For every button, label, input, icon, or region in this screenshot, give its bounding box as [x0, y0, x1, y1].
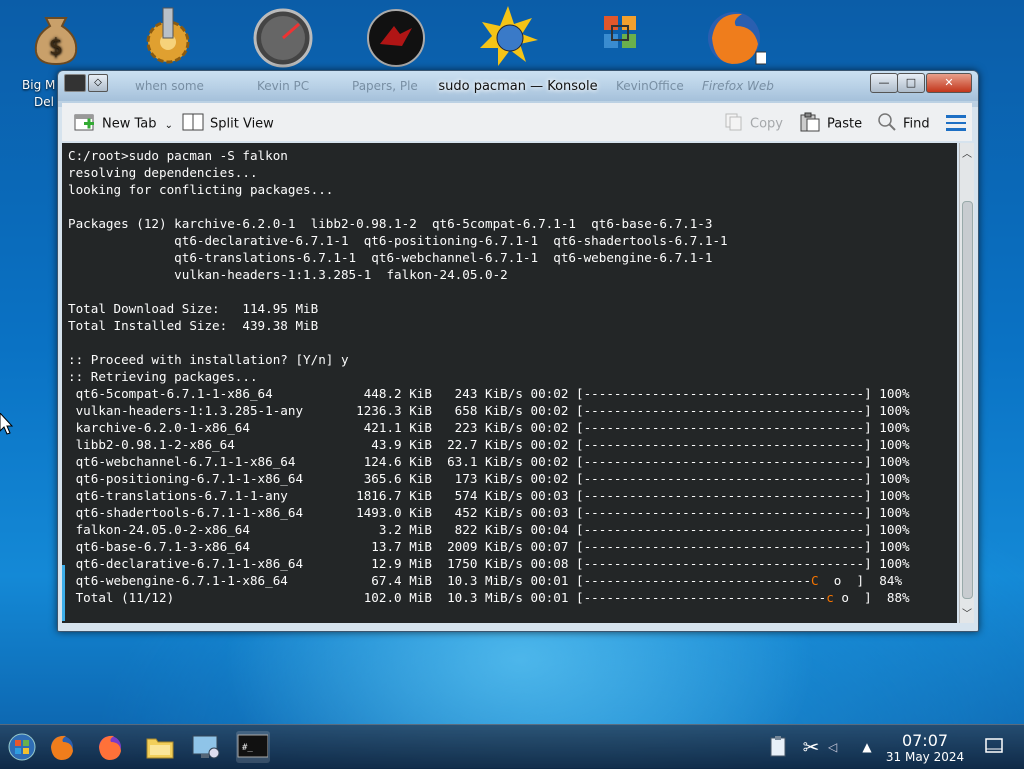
desktop-icon-label-big-money: Big M [22, 78, 56, 92]
split-view-icon [182, 112, 204, 136]
chevron-down-icon[interactable]: ⌄ [165, 120, 173, 131]
find-label: Find [903, 116, 930, 132]
taskbar-firefox-icon[interactable] [46, 731, 80, 763]
show-desktop-icon[interactable] [984, 737, 1004, 755]
copy-icon [724, 112, 744, 136]
copy-label: Copy [750, 116, 783, 132]
terminal-line: looking for conflicting packages... [68, 182, 334, 197]
new-tab-button[interactable]: New Tab ⌄ [74, 112, 173, 136]
desktop-icon-firefox[interactable] [684, 4, 784, 70]
terminal-progress-line: qt6-webengine-6.7.1-1-x86_64 67.4 MiB 10… [68, 573, 903, 588]
terminal-line: qt6-shadertools-6.7.1-1-x86_64 1493.0 Ki… [75, 505, 910, 520]
terminal-line: Total Installed Size: 439.38 MiB [68, 318, 319, 333]
scroll-up-arrow-icon[interactable]: ︿ [961, 145, 973, 160]
papers-please-icon [364, 4, 428, 68]
scroll-thumb[interactable] [962, 201, 973, 599]
taskbar-konsole-icon[interactable]: #_ [236, 731, 270, 763]
terminal-line: qt6-declarative-6.7.1-1-x86_64 12.9 MiB … [75, 556, 910, 571]
minimize-button[interactable]: — [870, 73, 898, 93]
search-icon [877, 112, 897, 136]
paste-button[interactable]: Paste [799, 112, 862, 136]
mouse-cursor-icon [0, 412, 14, 439]
svg-text:$: $ [49, 35, 63, 60]
konsole-window[interactable]: ◇ when some Kevin PC Papers, Ple KevinOf… [57, 70, 979, 632]
terminal-output: C:/root>sudo pacman -S falkon resolving … [62, 143, 957, 606]
speedometer-icon [251, 4, 315, 68]
terminal-line: :: Proceed with installation? [Y/n] y [68, 352, 349, 367]
desktop-icon-papers-please[interactable] [346, 4, 446, 70]
focus-indicator [62, 565, 65, 621]
terminal-line: C:/root>sudo pacman -S falkon [68, 148, 288, 163]
terminal-line: falkon-24.05.0-2-x86_64 3.2 MiB 822 KiB/… [75, 522, 910, 537]
new-tab-label: New Tab [102, 116, 157, 132]
terminal-line: qt6-positioning-6.7.1-1-x86_64 365.6 KiB… [75, 471, 910, 486]
terminal-area[interactable]: C:/root>sudo pacman -S falkon resolving … [62, 143, 957, 623]
hamburger-menu-icon[interactable] [946, 115, 966, 131]
clock-date[interactable]: 31 May 2024 [880, 750, 970, 764]
desktop-icon-sun-app[interactable] [458, 4, 558, 70]
terminal-line: resolving dependencies... [68, 165, 258, 180]
scroll-down-arrow-icon[interactable]: ﹀ [961, 605, 973, 620]
copy-button[interactable]: Copy [724, 112, 783, 136]
taskbar: #_ ✂ ◁ ▲ 07:07 31 May 2024 [0, 724, 1024, 769]
paste-label: Paste [827, 116, 863, 132]
taskbar-firefox-2-icon[interactable] [94, 731, 128, 763]
gear-icon [136, 4, 200, 68]
pacman-progress-icon: c [826, 590, 834, 605]
terminal-line: vulkan-headers-1:1.3.285-1-any 1236.3 Ki… [75, 403, 910, 418]
desktop-icon-when-some[interactable] [118, 4, 218, 70]
sun-globe-icon [476, 4, 540, 68]
desktop-icon-label-big-money-2: Del [34, 95, 54, 109]
clock-time[interactable]: 07:07 [880, 731, 970, 750]
tray-expand-arrow-icon[interactable]: ▲ [858, 735, 876, 759]
terminal-line: Packages (12) karchive-6.2.0-1 libb2-0.9… [68, 216, 713, 231]
terminal-line: karchive-6.2.0-1-x86_64 421.1 KiB 223 Ki… [75, 420, 910, 435]
paste-icon [799, 112, 821, 136]
close-button[interactable]: ✕ [926, 73, 972, 93]
maximize-button[interactable]: □ [897, 73, 925, 93]
pacman-progress-icon: C [811, 573, 819, 588]
title-bar[interactable]: ◇ when some Kevin PC Papers, Ple KevinOf… [58, 71, 978, 101]
terminal-line: vulkan-headers-1:1.3.285-1 falkon-24.05.… [174, 267, 508, 282]
terminal-line: qt6-5compat-6.7.1-1-x86_64 448.2 KiB 243… [75, 386, 910, 401]
taskbar-system-icon[interactable] [190, 731, 224, 763]
tray-volume-icon[interactable]: ◁ [828, 735, 842, 759]
split-view-label: Split View [210, 116, 274, 132]
split-view-button[interactable]: Split View [182, 112, 274, 136]
terminal-line: Total Download Size: 114.95 MiB [68, 301, 319, 316]
window-title: sudo pacman — Konsole [438, 79, 598, 94]
tray-clipboard-icon[interactable] [768, 735, 790, 759]
terminal-line: qt6-base-6.7.1-3-x86_64 13.7 MiB 2009 Ki… [75, 539, 910, 554]
scrollbar[interactable]: ︿ ﹀ [959, 143, 974, 623]
money-bag-icon: $ [24, 4, 88, 68]
terminal-line: qt6-translations-6.7.1-1-any 1816.7 KiB … [75, 488, 910, 503]
svg-text:#_: #_ [242, 743, 253, 753]
desktop-icon-big-money[interactable]: $ [6, 4, 106, 70]
tray-scissors-icon[interactable]: ✂ [800, 735, 822, 759]
desktop-icon-kevinoffice[interactable] [570, 4, 670, 70]
start-menu-icon[interactable] [6, 731, 40, 763]
find-button[interactable]: Find [877, 112, 930, 136]
desktop-icon-kevin-pc[interactable] [233, 4, 333, 70]
terminal-line: libb2-0.98.1-2-x86_64 43.9 KiB 22.7 KiB/… [75, 437, 910, 452]
terminal-line: qt6-declarative-6.7.1-1 qt6-positioning-… [174, 233, 728, 248]
terminal-line: qt6-webchannel-6.7.1-1-x86_64 124.6 KiB … [75, 454, 910, 469]
new-tab-icon [74, 112, 96, 136]
terminal-progress-line: Total (11/12) 102.0 MiB 10.3 MiB/s 00:01… [68, 590, 910, 605]
taskbar-file-manager-icon[interactable] [144, 731, 178, 763]
firefox-icon [702, 4, 769, 68]
konsole-toolbar: New Tab ⌄ Split View Copy Paste Find [62, 103, 972, 141]
terminal-line: :: Retrieving packages... [68, 369, 258, 384]
terminal-line: qt6-translations-6.7.1-1 qt6-webchannel-… [174, 250, 713, 265]
office-icon [588, 4, 652, 68]
